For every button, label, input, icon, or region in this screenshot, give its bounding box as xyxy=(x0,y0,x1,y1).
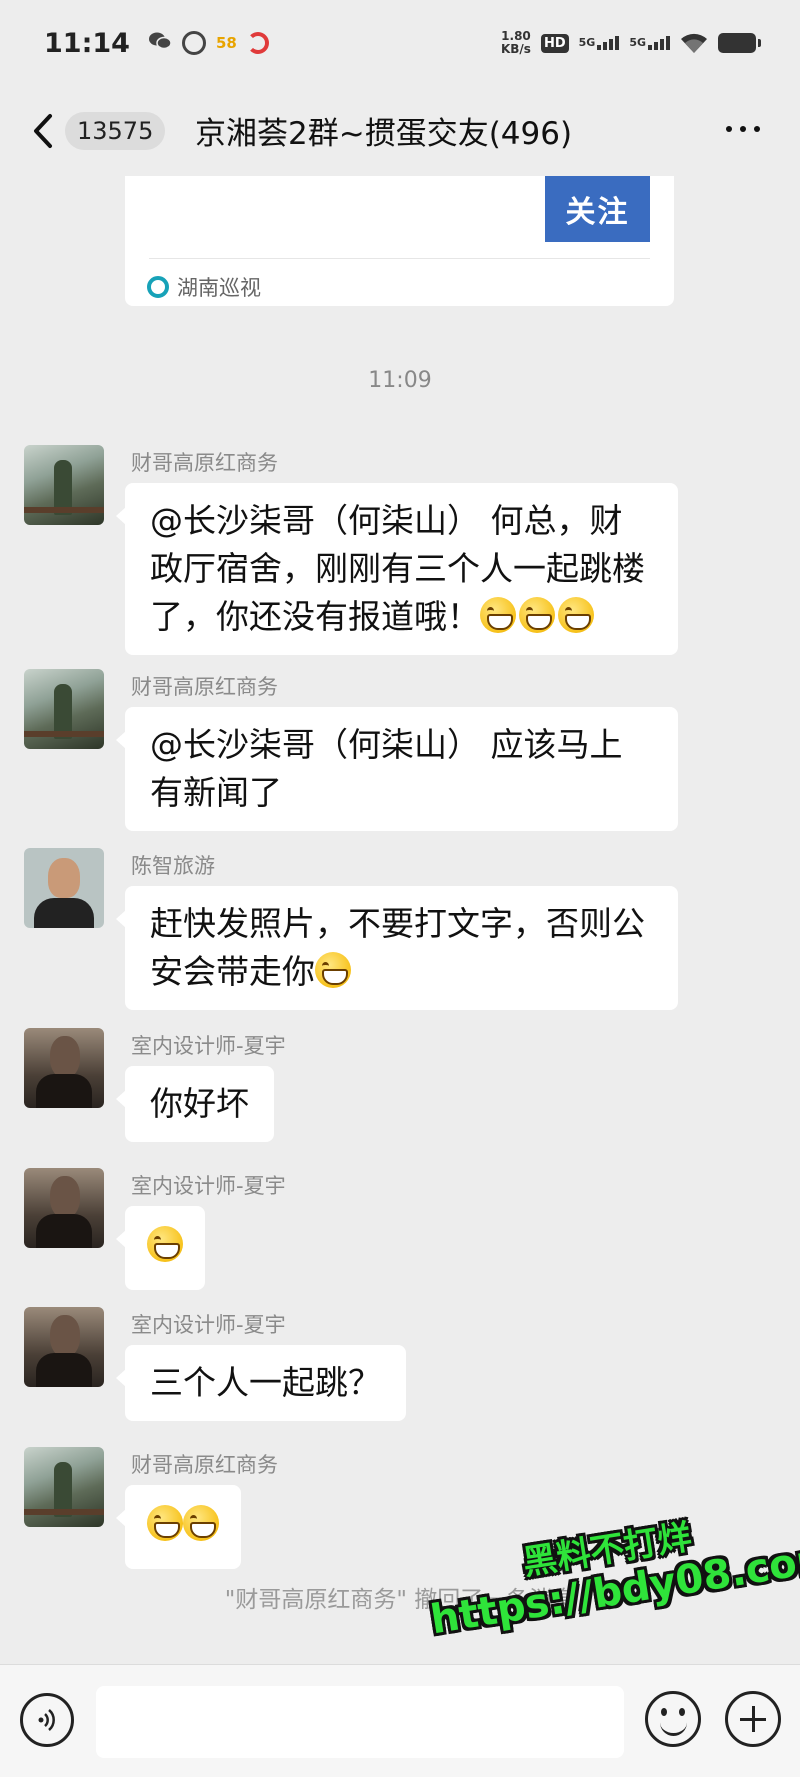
emoji-picker-icon[interactable] xyxy=(645,1691,701,1747)
chat-header: 13575 京湘荟2群~掼蛋交友(496) xyxy=(0,86,800,176)
battery-icon xyxy=(718,33,761,53)
network-type-1: 5G xyxy=(578,36,596,49)
message-bubble[interactable]: @长沙柒哥（何柒山） 何总，财 政厅宿舍，刚刚有三个人一起跳楼 了，你还没有报道… xyxy=(116,483,678,655)
message-text-line: 你好坏 xyxy=(150,1084,249,1123)
sync-icon xyxy=(181,31,206,55)
message-bubble[interactable] xyxy=(116,1485,241,1569)
signal-icon-1: 5G xyxy=(579,36,620,50)
message-text-line: @长沙柒哥（何柒山） 应该马上 xyxy=(150,725,623,764)
message-text-line: 三个人一起跳？ xyxy=(150,1363,381,1402)
message-bubble[interactable]: 三个人一起跳？ xyxy=(116,1345,406,1421)
avatar[interactable] xyxy=(24,445,104,525)
avatar[interactable] xyxy=(24,1028,104,1108)
message-bubble[interactable] xyxy=(116,1206,205,1290)
input-bar xyxy=(0,1664,800,1777)
watermark: 黑料不打烊 https://bdy08.com xyxy=(427,1487,800,1643)
sender-name: 室内设计师-夏宇 xyxy=(131,1313,286,1337)
avatar[interactable] xyxy=(24,848,104,928)
chat-timestamp: 11:09 xyxy=(368,368,432,393)
app-58-icon: 58 xyxy=(215,34,237,52)
avatar[interactable] xyxy=(24,669,104,749)
signal-icon-2: 5G xyxy=(629,36,670,50)
message-text-line: @长沙柒哥（何柒山） 何总，财 xyxy=(150,501,623,540)
status-bar: 11:14 58 1.80 KB/s HD 5G 5G xyxy=(0,0,800,86)
wechat-icon xyxy=(148,31,172,56)
message-text-line: 赶快发照片，不要打文字，否则公 xyxy=(150,904,645,943)
card-source: 湖南巡视 xyxy=(147,272,261,302)
grin-emoji-icon xyxy=(480,597,516,633)
wifi-icon xyxy=(680,32,708,54)
chat-title: 京湘荟2群~掼蛋交友(496) xyxy=(195,116,573,152)
sender-name: 室内设计师-夏宇 xyxy=(131,1174,286,1198)
message-input[interactable] xyxy=(96,1686,624,1758)
card-source-name: 湖南巡视 xyxy=(177,276,261,300)
avatar[interactable] xyxy=(24,1307,104,1387)
more-options-icon[interactable] xyxy=(726,126,760,132)
more-actions-plus-icon[interactable] xyxy=(725,1691,781,1747)
sender-name: 室内设计师-夏宇 xyxy=(131,1034,286,1058)
grin-emoji-icon xyxy=(147,1226,183,1262)
voice-input-icon[interactable] xyxy=(20,1693,74,1747)
speed-unit: KB/s xyxy=(500,42,531,56)
grin-emoji-icon xyxy=(558,597,594,633)
message-text-line: 安会带走你 xyxy=(150,952,315,991)
sender-name: 财哥高原红商务 xyxy=(131,451,278,475)
avatar[interactable] xyxy=(24,1168,104,1248)
message-text-line: 有新闻了 xyxy=(150,773,282,812)
hd-icon: HD xyxy=(540,33,569,53)
sender-name: 财哥高原红商务 xyxy=(131,1453,278,1477)
follow-button[interactable]: 关注 xyxy=(545,176,650,242)
shared-article-card[interactable]: 关注 湖南巡视 xyxy=(125,176,674,306)
card-divider xyxy=(149,258,650,259)
message-text-line: 政厅宿舍，刚刚有三个人一起跳楼 xyxy=(150,549,645,588)
sender-name: 陈智旅游 xyxy=(131,854,215,878)
message-text-line: 了，你还没有报道哦！ xyxy=(150,597,480,636)
message-bubble[interactable]: @长沙柒哥（何柒山） 应该马上 有新闻了 xyxy=(116,707,678,831)
back-arrow-icon[interactable] xyxy=(30,113,60,149)
grin-emoji-icon xyxy=(183,1505,219,1541)
grin-emoji-icon xyxy=(519,597,555,633)
message-bubble[interactable]: 你好坏 xyxy=(116,1066,274,1142)
official-account-icon xyxy=(147,276,169,298)
avatar[interactable] xyxy=(24,1447,104,1527)
status-time: 11:14 xyxy=(44,27,130,59)
grin-emoji-icon xyxy=(315,952,351,988)
sender-name: 财哥高原红商务 xyxy=(131,675,278,699)
unread-count-badge[interactable]: 13575 xyxy=(65,112,166,150)
grin-emoji-icon xyxy=(147,1505,183,1541)
message-bubble[interactable]: 赶快发照片，不要打文字，否则公 安会带走你 xyxy=(116,886,678,1010)
network-speed: 1.80 KB/s xyxy=(501,30,531,56)
alert-app-icon xyxy=(246,32,269,54)
network-type-2: 5G xyxy=(629,36,646,49)
